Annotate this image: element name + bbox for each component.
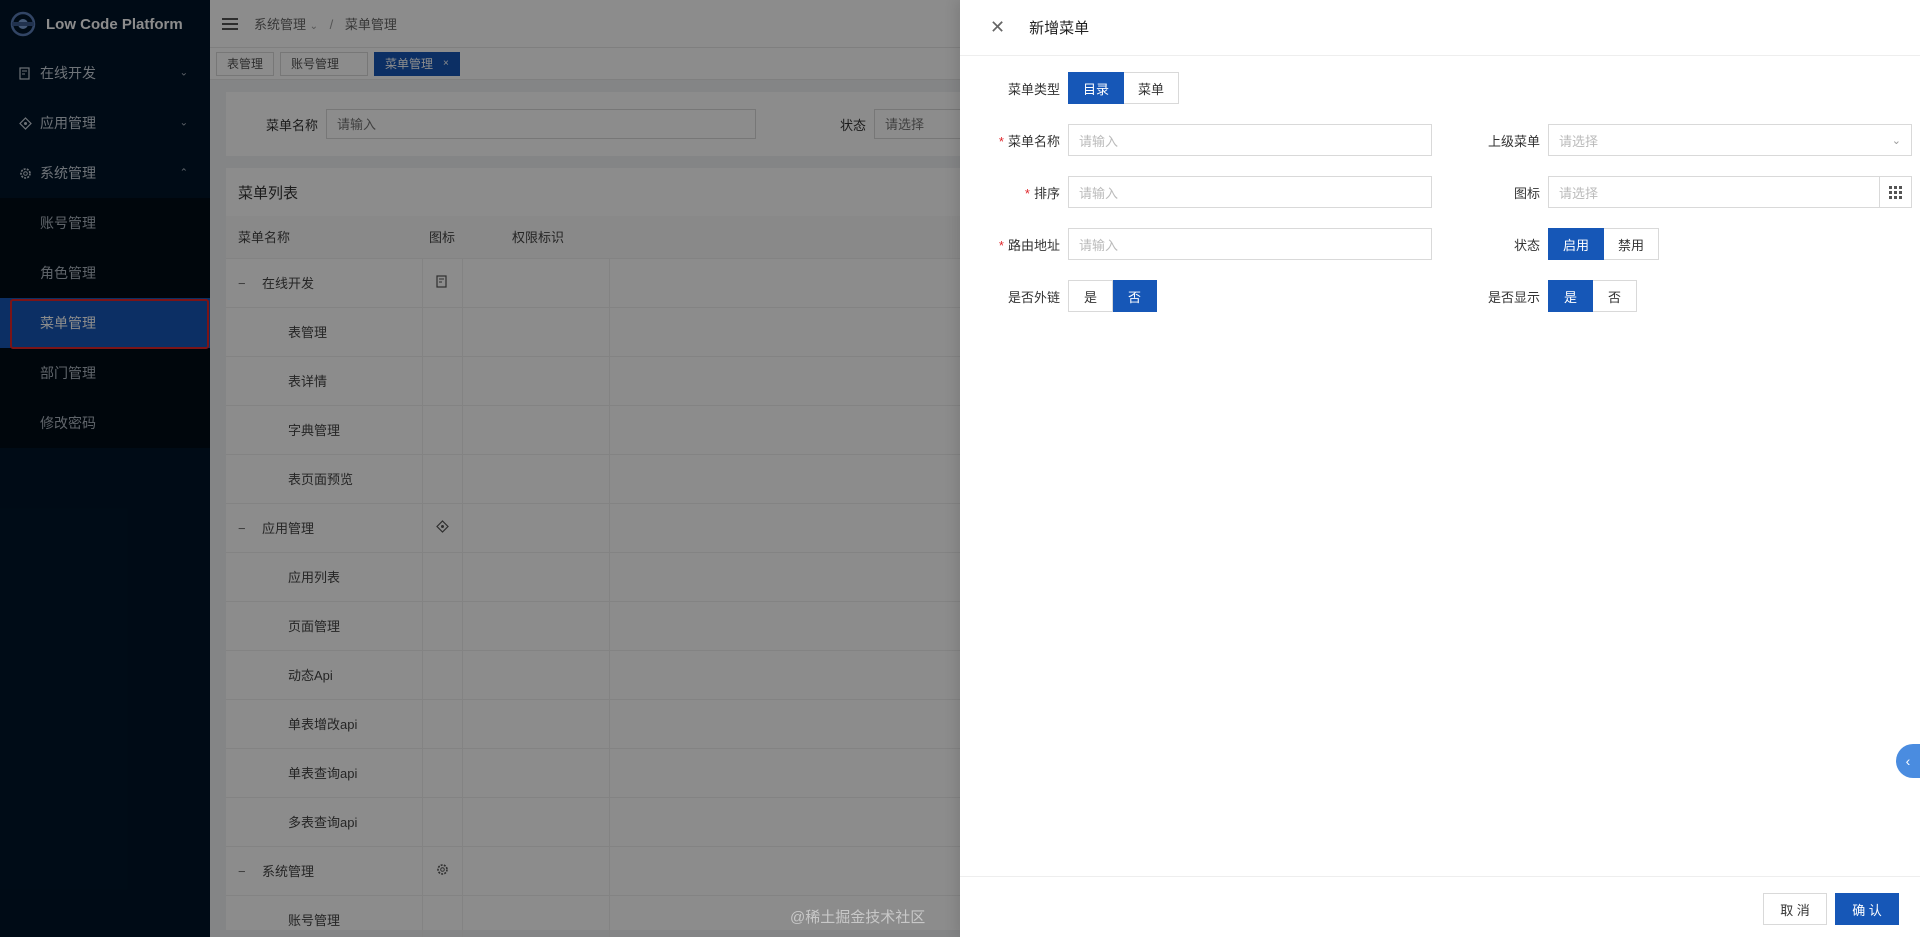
- cancel-button[interactable]: 取 消: [1763, 893, 1827, 925]
- external-option-no[interactable]: 否: [1113, 280, 1158, 312]
- drawer-footer: 取 消 确 认: [960, 876, 1920, 937]
- grid-icon[interactable]: [1879, 177, 1911, 207]
- external-radio-group: 是 否: [1068, 280, 1158, 312]
- drawer-header: ✕ 新增菜单: [960, 0, 1920, 56]
- menu-type-radio-group: 目录 菜单: [1068, 72, 1180, 104]
- form-row-external: 是否外链 是 否: [960, 280, 1158, 312]
- form-row-status: 状态 启用 禁用: [1432, 228, 1660, 260]
- menu-type-option-menu[interactable]: 菜单: [1124, 72, 1180, 104]
- close-icon[interactable]: ✕: [990, 17, 1005, 38]
- form-row-icon: 图标 请选择: [1432, 176, 1912, 208]
- icon-picker[interactable]: 请选择: [1548, 176, 1912, 208]
- modal-mask[interactable]: [0, 0, 960, 937]
- visible-radio-group: 是 否: [1548, 280, 1638, 312]
- add-menu-form: 菜单类型 目录 菜单 * 菜单名称 请输入 上级菜单 请选择 ⌄ * 排序 请输入 …: [960, 56, 1920, 876]
- menu-name-label-wrap: * 菜单名称: [960, 131, 1068, 150]
- parent-menu-label: 上级菜单: [1487, 133, 1540, 149]
- parent-menu-placeholder: 请选择: [1559, 133, 1599, 149]
- sort-label-wrap: * 排序: [960, 183, 1068, 202]
- sort-label: 排序: [1033, 185, 1060, 201]
- form-row-visible: 是否显示 是 否: [1432, 280, 1638, 312]
- required-mark: *: [998, 237, 1004, 253]
- menu-name-label: 菜单名称: [1007, 133, 1060, 149]
- required-mark: *: [1024, 185, 1030, 201]
- drawer-title: 新增菜单: [1029, 20, 1090, 37]
- status-label: 状态: [1513, 237, 1540, 253]
- watermark: @稀土掘金技术社区: [790, 909, 926, 926]
- sort-input[interactable]: 请输入: [1068, 176, 1432, 208]
- form-row-menu-name: * 菜单名称 请输入: [960, 124, 1432, 156]
- icon-placeholder: 请选择: [1559, 185, 1599, 201]
- external-label: 是否外链: [1007, 289, 1060, 305]
- form-row-menu-type: 菜单类型 目录 菜单: [960, 72, 1180, 104]
- visible-label: 是否显示: [1487, 289, 1540, 305]
- status-radio-group: 启用 禁用: [1548, 228, 1660, 260]
- required-mark: *: [998, 133, 1004, 149]
- route-label-wrap: * 路由地址: [960, 235, 1068, 254]
- menu-type-label: 菜单类型: [1007, 81, 1060, 97]
- form-row-sort: * 排序 请输入: [960, 176, 1432, 208]
- form-row-parent-menu: 上级菜单 请选择 ⌄: [1432, 124, 1912, 156]
- icon-label: 图标: [1513, 185, 1540, 201]
- confirm-button[interactable]: 确 认: [1835, 893, 1899, 925]
- parent-menu-select[interactable]: 请选择 ⌄: [1548, 124, 1912, 156]
- route-label: 路由地址: [1007, 237, 1060, 253]
- status-option-disabled[interactable]: 禁用: [1604, 228, 1660, 260]
- route-input[interactable]: 请输入: [1068, 228, 1432, 260]
- chevron-down-icon: ⌄: [1891, 134, 1901, 147]
- visible-option-no[interactable]: 否: [1593, 280, 1638, 312]
- visible-option-yes[interactable]: 是: [1548, 280, 1594, 312]
- form-row-route: * 路由地址 请输入: [960, 228, 1432, 260]
- external-option-yes[interactable]: 是: [1068, 280, 1114, 312]
- menu-name-input[interactable]: 请输入: [1068, 124, 1432, 156]
- add-menu-drawer: ✕ 新增菜单 菜单类型 目录 菜单 * 菜单名称 请输入 上级菜单 请选择 ⌄ *…: [960, 0, 1920, 937]
- status-option-enabled[interactable]: 启用: [1548, 228, 1605, 260]
- menu-type-option-directory[interactable]: 目录: [1068, 72, 1125, 104]
